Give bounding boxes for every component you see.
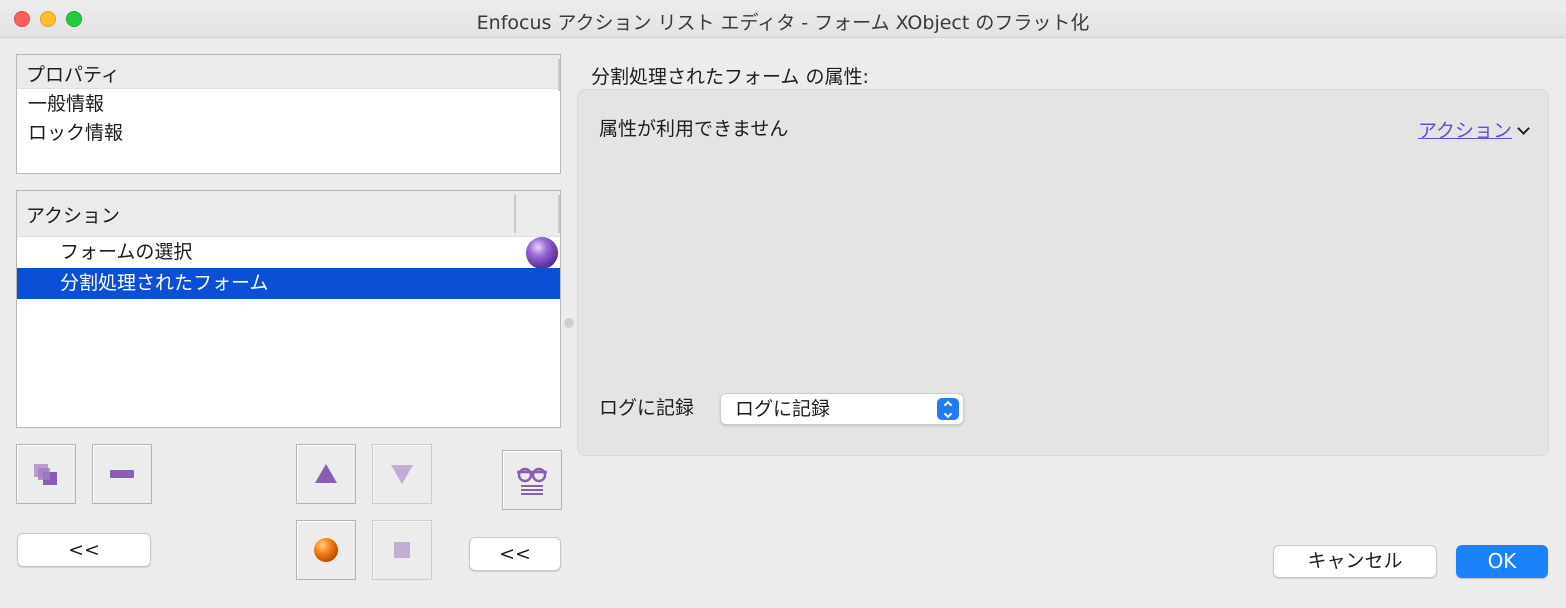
properties-header-label: プロパティ [26, 64, 120, 86]
attributes-title: 分割処理されたフォーム の属性: [591, 66, 869, 88]
collapse-left-button[interactable]: << [17, 533, 151, 567]
move-down-button[interactable] [372, 444, 432, 504]
action-item-select-form[interactable]: フォームの選択 [17, 237, 560, 269]
stop-button[interactable] [372, 520, 432, 580]
triangle-down-icon [391, 465, 413, 484]
minus-icon [110, 470, 134, 478]
triangle-up-icon [315, 464, 337, 483]
column-separator[interactable] [558, 195, 560, 233]
select-stepper-icon [937, 398, 959, 420]
window-title: Enfocus アクション リスト エディタ - フォーム XObject のフ… [476, 12, 1090, 34]
no-attributes-message: 属性が利用できません [599, 118, 789, 140]
title-bar: Enfocus アクション リスト エディタ - フォーム XObject のフ… [0, 0, 1566, 38]
actions-header: アクション [17, 191, 560, 237]
action-item-split-form[interactable]: 分割処理されたフォーム [17, 268, 560, 299]
attributes-group: 属性が利用できません アクション ログに記録 ログに記録 [577, 89, 1549, 456]
preview-button[interactable] [502, 450, 562, 510]
glasses-icon [517, 467, 547, 495]
ok-button[interactable]: OK [1456, 545, 1548, 578]
purple-sphere-icon [526, 237, 558, 269]
record-icon [314, 538, 338, 562]
action-menu-label: アクション [1417, 120, 1512, 142]
log-label: ログに記録 [599, 397, 695, 419]
actions-panel: アクション フォームの選択 分割処理されたフォーム [16, 190, 561, 428]
duplicate-action-button[interactable] [16, 444, 76, 504]
actions-header-label: アクション [26, 205, 121, 227]
collapse-right-button[interactable]: << [469, 537, 561, 571]
log-select[interactable]: ログに記録 [720, 393, 964, 425]
property-item-general[interactable]: 一般情報 [17, 89, 560, 120]
properties-header: プロパティ [17, 55, 560, 91]
log-select-value: ログに記録 [735, 398, 831, 420]
column-separator[interactable] [514, 195, 516, 233]
cancel-button[interactable]: キャンセル [1273, 545, 1437, 578]
action-menu-link[interactable]: アクション [1417, 116, 1530, 143]
record-button[interactable] [296, 520, 356, 580]
property-item-lock[interactable]: ロック情報 [17, 118, 560, 149]
action-item-label: 分割処理されたフォーム [60, 272, 269, 294]
action-item-label: フォームの選択 [60, 241, 193, 263]
duplicate-icon [34, 464, 57, 485]
properties-panel: プロパティ 一般情報 ロック情報 [16, 54, 561, 174]
split-view-handle[interactable] [564, 318, 574, 328]
column-separator[interactable] [558, 59, 560, 91]
stop-icon [394, 542, 410, 558]
remove-action-button[interactable] [92, 444, 152, 504]
chevron-down-icon [1517, 122, 1530, 135]
move-up-button[interactable] [296, 444, 356, 504]
